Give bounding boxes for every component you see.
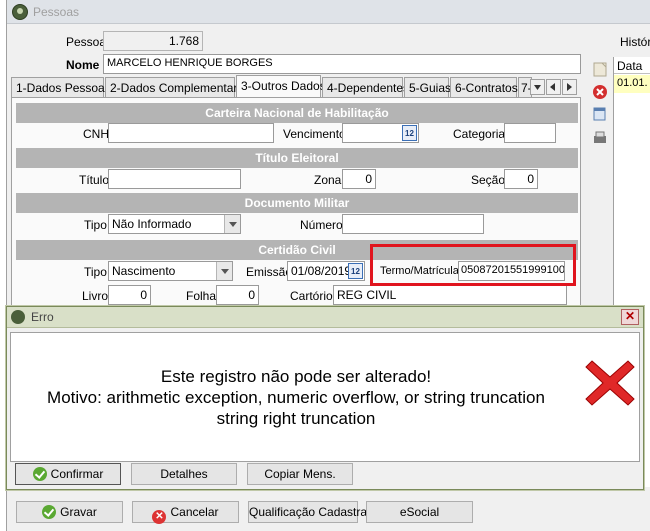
- section-cnh: Carteira Nacional de Habilitação: [16, 103, 578, 123]
- gravar-label: Gravar: [60, 505, 97, 519]
- dialog-titlebar: Erro ✕: [7, 307, 643, 328]
- emissao-value: 01/08/2019: [291, 264, 352, 278]
- tab-dropdown-button[interactable]: [530, 79, 545, 95]
- cancelar-label: Cancelar: [170, 505, 219, 519]
- zona-field[interactable]: 0: [342, 169, 376, 189]
- print-button[interactable]: [591, 129, 611, 147]
- livro-label: Livro: [82, 289, 109, 303]
- certidao-tipo-value: Nascimento: [112, 264, 176, 278]
- printer-icon: [594, 131, 606, 143]
- chevron-down-icon[interactable]: [216, 262, 232, 280]
- vencimento-field[interactable]: 12: [342, 123, 419, 143]
- militar-tipo-select[interactable]: Não Informado: [108, 214, 241, 234]
- check-icon: [32, 467, 47, 481]
- highlight-box: [370, 244, 576, 286]
- cnh-label: CNH: [83, 127, 109, 141]
- cartorio-label: Cartório: [290, 289, 333, 303]
- folha-label: Folha: [186, 289, 217, 303]
- copiar-mensagem-button[interactable]: Copiar Mens.: [247, 463, 353, 485]
- document-new-icon: [593, 62, 607, 77]
- militar-tipo-value: Não Informado: [112, 217, 192, 231]
- copy-icon: [593, 107, 606, 121]
- chevron-down-icon: [534, 85, 541, 90]
- chevron-down-icon[interactable]: [224, 215, 240, 233]
- window-titlebar: Pessoas: [7, 0, 650, 24]
- check-icon: [42, 505, 57, 519]
- numero-field[interactable]: [342, 214, 484, 234]
- qualificacao-cadastral-button[interactable]: Qualificação Cadastral: [248, 501, 370, 523]
- gravar-button[interactable]: Gravar: [16, 501, 123, 523]
- militar-tipo-label: Tipo: [84, 218, 107, 232]
- emissao-field[interactable]: 01/08/2019 12: [287, 261, 365, 281]
- arrow-right-icon: [567, 83, 572, 91]
- section-titulo-eleitoral: Título Eleitoral: [16, 148, 578, 168]
- error-message-line1: Este registro não pode ser alterado!: [160, 367, 432, 386]
- delete-record-button[interactable]: [591, 83, 611, 101]
- categoria-field[interactable]: [504, 123, 556, 143]
- certidao-tipo-label: Tipo: [84, 265, 107, 279]
- tab-scroll-left[interactable]: [546, 79, 561, 95]
- tab-dependentes[interactable]: 4-Dependentes: [322, 77, 409, 98]
- app-icon: [11, 310, 25, 324]
- zona-label: Zona: [314, 173, 342, 187]
- numero-label: Número: [300, 218, 343, 232]
- titulo-label: Título: [79, 173, 110, 187]
- titulo-field[interactable]: [108, 169, 241, 189]
- window-title: Pessoas: [33, 5, 80, 19]
- secao-field[interactable]: 0: [504, 169, 538, 189]
- tab-outros-dados[interactable]: 3-Outros Dados: [236, 75, 326, 99]
- categoria-label: Categoria: [453, 127, 506, 141]
- calendar-icon[interactable]: 12: [348, 263, 363, 279]
- cartorio-field[interactable]: REG CIVIL: [333, 285, 567, 305]
- section-documento-militar: Documento Militar: [16, 193, 578, 213]
- pessoa-field[interactable]: 1.768: [103, 31, 203, 51]
- cancelar-button[interactable]: ✕ Cancelar: [132, 501, 239, 524]
- detalhes-button[interactable]: Detalhes: [131, 463, 237, 485]
- new-record-button[interactable]: [591, 60, 611, 78]
- copy-record-button[interactable]: [591, 105, 611, 123]
- arrow-left-icon: [550, 83, 555, 91]
- dialog-title: Erro: [31, 310, 54, 324]
- tab-scroll-right[interactable]: [562, 79, 577, 95]
- secao-label: Seção: [471, 173, 506, 187]
- error-message-line2: Motivo: arithmetic exception, numeric ov…: [47, 388, 545, 407]
- esocial-button[interactable]: eSocial: [366, 501, 473, 523]
- delete-icon: [593, 85, 607, 99]
- vencimento-label: Vencimento: [283, 127, 346, 141]
- error-message-line3: string right truncation: [216, 409, 376, 428]
- nome-label: Nome: [66, 58, 100, 72]
- grid-row[interactable]: 01.01.: [614, 75, 650, 93]
- historico-label: Históri: [620, 35, 650, 49]
- confirmar-label: Confirmar: [50, 467, 104, 481]
- folha-field[interactable]: 0: [216, 285, 259, 305]
- error-x-icon: [585, 360, 635, 406]
- certidao-tipo-select[interactable]: Nascimento: [108, 261, 233, 281]
- error-dialog: Erro ✕ Este registro não pode ser altera…: [6, 306, 644, 490]
- app-icon: [12, 4, 28, 20]
- cancel-icon: ✕: [152, 510, 167, 524]
- dialog-message-area: Este registro não pode ser alterado! Mot…: [10, 332, 640, 462]
- pessoa-label: Pessoa: [66, 35, 107, 49]
- tab-guias[interactable]: 5-Guias: [404, 77, 451, 98]
- tab-dados-pessoais[interactable]: 1-Dados Pessoais: [11, 77, 113, 98]
- tab-contratos[interactable]: 6-Contratos: [450, 77, 518, 98]
- calendar-icon[interactable]: 12: [402, 125, 417, 141]
- tab-dados-complementares[interactable]: 2-Dados Complementares: [105, 77, 250, 98]
- confirmar-button[interactable]: Confirmar: [15, 463, 121, 485]
- close-icon[interactable]: ✕: [621, 309, 639, 325]
- pessoas-window: Pessoas Pessoa 1.768 Nome MARCELO HENRIQ…: [0, 0, 650, 531]
- emissao-label: Emissão: [246, 265, 293, 279]
- cnh-field[interactable]: [108, 123, 274, 143]
- livro-field[interactable]: 0: [108, 285, 151, 305]
- nome-field[interactable]: MARCELO HENRIQUE BORGES: [103, 54, 581, 74]
- grid-header-data[interactable]: Data: [614, 57, 650, 74]
